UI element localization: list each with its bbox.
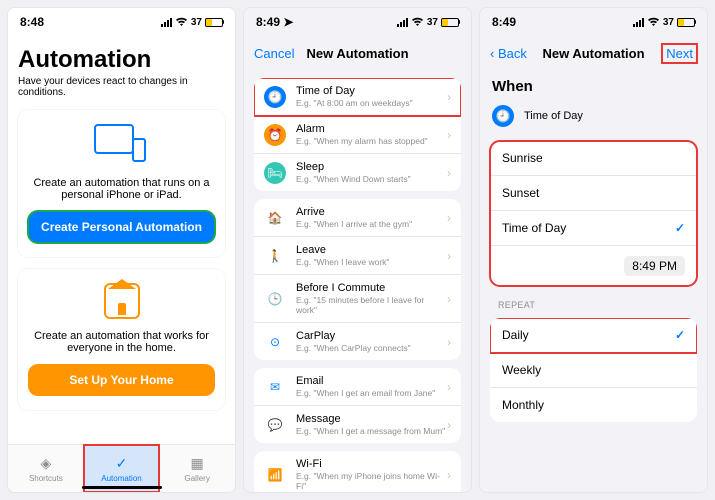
arrive-icon: 🏠 xyxy=(264,207,286,229)
wifi-trigger-icon: 📶 xyxy=(264,464,286,486)
message-icon: 💬 xyxy=(264,414,286,436)
battery-icon xyxy=(677,18,695,27)
leave-icon: 🚶 xyxy=(264,245,286,267)
devices-icon xyxy=(94,124,150,162)
tab-gallery[interactable]: ▦ Gallery xyxy=(159,445,235,492)
back-button[interactable]: ‹ Back xyxy=(490,46,527,61)
screen-automation-home: 8:48 37 Automation Have your devices rea… xyxy=(7,7,236,493)
status-bar: 8:48 37 xyxy=(8,8,235,36)
repeat-group: Daily✓ Weekly Monthly xyxy=(490,318,697,422)
when-header: When xyxy=(490,78,697,95)
chevron-left-icon: ‹ xyxy=(490,46,498,61)
battery-pct: 37 xyxy=(427,17,438,28)
commute-icon: 🕒 xyxy=(264,288,286,310)
chevron-right-icon: › xyxy=(447,166,451,180)
clock-icon: 🕘 xyxy=(264,86,286,108)
check-icon: ✓ xyxy=(675,221,685,235)
signal-icon xyxy=(161,18,172,27)
signal-icon xyxy=(397,18,408,27)
chevron-right-icon: › xyxy=(447,90,451,104)
personal-card-text: Create an automation that runs on a pers… xyxy=(28,177,215,201)
chevron-right-icon: › xyxy=(447,335,451,349)
trigger-wifi[interactable]: 📶 Wi-FiE.g. "When my iPhone joins home W… xyxy=(254,451,461,492)
trigger-alarm[interactable]: ⏰ AlarmE.g. "When my alarm has stopped" … xyxy=(254,116,461,154)
tab-shortcuts[interactable]: ◈ Shortcuts xyxy=(8,445,84,492)
trigger-leave[interactable]: 🚶 LeaveE.g. "When I leave work" › xyxy=(254,237,461,275)
nav-title: New Automation xyxy=(542,46,644,61)
trigger-message[interactable]: 💬 MessageE.g. "When I get a message from… xyxy=(254,406,461,443)
status-time: 8:49 xyxy=(492,15,516,29)
shortcuts-icon: ◈ xyxy=(37,455,55,473)
home-icon xyxy=(104,283,140,319)
email-icon: ✉ xyxy=(264,376,286,398)
location-icon: ➤ xyxy=(283,15,293,29)
repeat-label: REPEAT xyxy=(490,300,697,310)
option-sunset[interactable]: Sunset xyxy=(490,176,697,211)
battery-icon xyxy=(205,18,223,27)
nav-bar: ‹ Back New Automation Next xyxy=(480,36,707,70)
chevron-right-icon: › xyxy=(447,380,451,394)
trigger-group-connectivity: 📶 Wi-FiE.g. "When my iPhone joins home W… xyxy=(254,451,461,492)
battery-pct: 37 xyxy=(191,17,202,28)
trigger-group-communication: ✉ EmailE.g. "When I get an email from Ja… xyxy=(254,368,461,443)
repeat-monthly[interactable]: Monthly xyxy=(490,388,697,422)
gallery-icon: ▦ xyxy=(188,455,206,473)
battery-pct: 37 xyxy=(663,17,674,28)
option-time-of-day[interactable]: Time of Day✓ xyxy=(490,211,697,246)
personal-automation-card: Create an automation that runs on a pers… xyxy=(18,110,225,257)
page-subtitle: Have your devices react to changes in co… xyxy=(18,76,225,98)
option-sunrise[interactable]: Sunrise xyxy=(490,141,697,176)
home-indicator[interactable] xyxy=(82,486,162,489)
tab-automation[interactable]: ✓ Automation xyxy=(84,445,160,492)
trigger-group-time: 🕘 Time of DayE.g. "At 8:00 am on weekday… xyxy=(254,78,461,191)
nav-title: New Automation xyxy=(306,46,408,61)
chevron-right-icon: › xyxy=(447,211,451,225)
chevron-right-icon: › xyxy=(447,418,451,432)
battery-icon xyxy=(441,18,459,27)
carplay-icon: ⊙ xyxy=(264,331,286,353)
alarm-icon: ⏰ xyxy=(264,124,286,146)
trigger-time-of-day[interactable]: 🕘 Time of DayE.g. "At 8:00 am on weekday… xyxy=(254,78,461,116)
nav-bar: Cancel New Automation xyxy=(244,36,471,70)
trigger-arrive[interactable]: 🏠 ArriveE.g. "When I arrive at the gym" … xyxy=(254,199,461,237)
trigger-sleep[interactable]: 🛏 SleepE.g. "When Wind Down starts" › xyxy=(254,154,461,191)
automation-icon: ✓ xyxy=(113,455,131,473)
screen-time-of-day-config: 8:49 37 ‹ Back New Automation Next When … xyxy=(479,7,708,493)
wifi-icon xyxy=(175,17,188,27)
chevron-right-icon: › xyxy=(447,468,451,482)
tab-bar: ◈ Shortcuts ✓ Automation ▦ Gallery xyxy=(8,444,235,492)
chevron-right-icon: › xyxy=(447,292,451,306)
wifi-icon xyxy=(411,17,424,27)
time-options-group: Sunrise Sunset Time of Day✓ 8:49 PM xyxy=(490,141,697,286)
trigger-carplay[interactable]: ⊙ CarPlayE.g. "When CarPlay connects" › xyxy=(254,323,461,360)
setup-home-button[interactable]: Set Up Your Home xyxy=(28,364,215,396)
home-card-text: Create an automation that works for ever… xyxy=(28,330,215,354)
status-time: 8:49 xyxy=(256,15,280,29)
trigger-commute[interactable]: 🕒 Before I CommuteE.g. "15 minutes befor… xyxy=(254,275,461,323)
next-button[interactable]: Next xyxy=(662,44,697,63)
trigger-email[interactable]: ✉ EmailE.g. "When I get an email from Ja… xyxy=(254,368,461,406)
create-personal-automation-button[interactable]: Create Personal Automation xyxy=(28,211,215,243)
signal-icon xyxy=(633,18,644,27)
cancel-button[interactable]: Cancel xyxy=(254,46,294,61)
status-time: 8:48 xyxy=(20,15,44,29)
clock-icon: 🕘 xyxy=(492,105,514,127)
page-title: Automation xyxy=(18,46,225,74)
repeat-weekly[interactable]: Weekly xyxy=(490,353,697,388)
trigger-group-location: 🏠 ArriveE.g. "When I arrive at the gym" … xyxy=(254,199,461,360)
status-bar: 8:49 ➤ 37 xyxy=(244,8,471,36)
chevron-right-icon: › xyxy=(447,128,451,142)
time-value[interactable]: 8:49 PM xyxy=(624,256,685,276)
home-automation-card: Create an automation that works for ever… xyxy=(18,269,225,410)
selected-trigger-row: 🕘 Time of Day xyxy=(490,99,697,133)
chevron-right-icon: › xyxy=(447,249,451,263)
time-picker-row[interactable]: 8:49 PM xyxy=(490,246,697,286)
wifi-icon xyxy=(647,17,660,27)
check-icon: ✓ xyxy=(675,328,685,342)
repeat-daily[interactable]: Daily✓ xyxy=(490,318,697,353)
status-bar: 8:49 37 xyxy=(480,8,707,36)
sleep-icon: 🛏 xyxy=(264,162,286,184)
screen-new-automation-triggers: 8:49 ➤ 37 Cancel New Automation 🕘 Time o… xyxy=(243,7,472,493)
